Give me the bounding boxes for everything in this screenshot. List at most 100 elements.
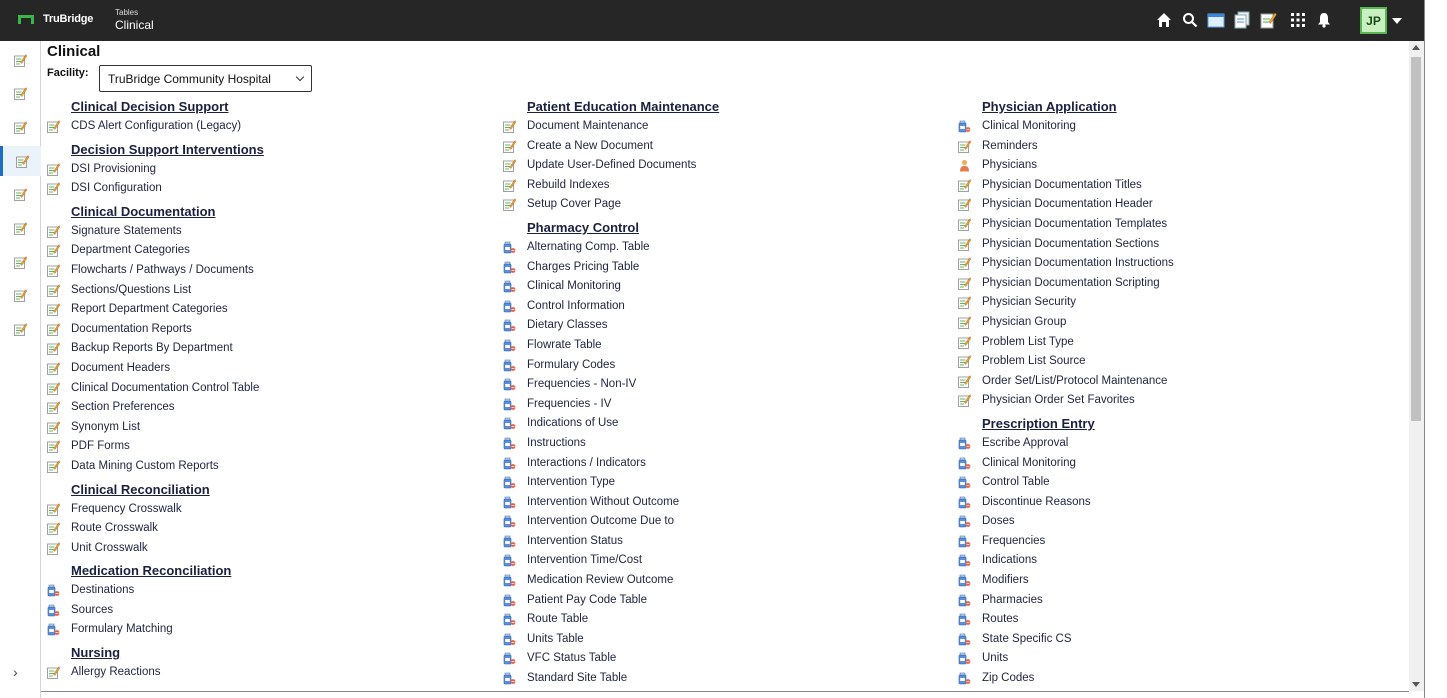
table-link-setup-cover-page[interactable]: Setup Cover Page xyxy=(503,195,943,215)
rail-item[interactable] xyxy=(0,315,41,345)
table-link-physician-security[interactable]: Physician Security xyxy=(958,293,1398,313)
trubridge-logo[interactable]: TruBridge xyxy=(18,13,93,25)
table-link-control-table[interactable]: Control Table xyxy=(958,473,1398,493)
table-link-medication-review-outcome[interactable]: Medication Review Outcome xyxy=(503,571,943,591)
table-link-frequencies-iv[interactable]: Frequencies - IV xyxy=(503,395,943,415)
table-link-discontinue-reasons[interactable]: Discontinue Reasons xyxy=(958,493,1398,513)
table-link-intervention-without-outcome[interactable]: Intervention Without Outcome xyxy=(503,493,943,513)
table-link-pdf-forms[interactable]: PDF Forms xyxy=(47,437,487,457)
table-link-physician-order-set-favorites[interactable]: Physician Order Set Favorites xyxy=(958,391,1398,411)
table-link-frequencies[interactable]: Frequencies xyxy=(958,532,1398,552)
table-link-clinical-documentation-control-table[interactable]: Clinical Documentation Control Table xyxy=(47,379,487,399)
table-link-frequencies-non-iv[interactable]: Frequencies - Non-IV xyxy=(503,375,943,395)
table-link-intervention-status[interactable]: Intervention Status xyxy=(503,532,943,552)
table-link-escribe-approval[interactable]: Escribe Approval xyxy=(958,434,1398,454)
table-link-problem-list-source[interactable]: Problem List Source xyxy=(958,352,1398,372)
table-link-doses[interactable]: Doses xyxy=(958,512,1398,532)
table-link-unit-crosswalk[interactable]: Unit Crosswalk xyxy=(47,539,487,559)
bell-icon[interactable] xyxy=(1314,10,1334,30)
vertical-scrollbar[interactable] xyxy=(1409,41,1424,691)
table-link-indications[interactable]: Indications xyxy=(958,551,1398,571)
table-link-control-information[interactable]: Control Information xyxy=(503,297,943,317)
table-link-standard-site-table[interactable]: Standard Site Table xyxy=(503,669,943,689)
table-link-problem-list-type[interactable]: Problem List Type xyxy=(958,333,1398,353)
table-link-department-categories[interactable]: Department Categories xyxy=(47,241,487,261)
table-link-instructions[interactable]: Instructions xyxy=(503,434,943,454)
table-link-clinical-monitoring[interactable]: Clinical Monitoring xyxy=(958,454,1398,474)
table-link-rebuild-indexes[interactable]: Rebuild Indexes xyxy=(503,176,943,196)
table-link-report-department-categories[interactable]: Report Department Categories xyxy=(47,300,487,320)
table-link-formulary-codes[interactable]: Formulary Codes xyxy=(503,356,943,376)
user-menu-caret-icon[interactable] xyxy=(1392,18,1402,24)
rail-item[interactable] xyxy=(0,180,41,210)
window-icon[interactable] xyxy=(1206,10,1226,30)
table-link-order-set-list-protocol-maintenance[interactable]: Order Set/List/Protocol Maintenance xyxy=(958,372,1398,392)
documents-icon[interactable] xyxy=(1232,10,1252,30)
table-link-route-crosswalk[interactable]: Route Crosswalk xyxy=(47,519,487,539)
expand-rail-chevron-icon[interactable]: › xyxy=(13,664,18,680)
table-link-intervention-outcome-due-to[interactable]: Intervention Outcome Due to xyxy=(503,512,943,532)
table-link-physician-documentation-header[interactable]: Physician Documentation Header xyxy=(958,195,1398,215)
table-link-synonym-list[interactable]: Synonym List xyxy=(47,418,487,438)
table-link-reminders[interactable]: Reminders xyxy=(958,137,1398,157)
table-link-flowcharts-pathways-documents[interactable]: Flowcharts / Pathways / Documents xyxy=(47,261,487,281)
facility-select[interactable]: TruBridge Community Hospital xyxy=(99,65,312,92)
table-link-indications-of-use[interactable]: Indications of Use xyxy=(503,414,943,434)
table-link-sections-questions-list[interactable]: Sections/Questions List xyxy=(47,281,487,301)
table-link-documentation-reports[interactable]: Documentation Reports xyxy=(47,320,487,340)
table-link-update-user-defined-documents[interactable]: Update User-Defined Documents xyxy=(503,156,943,176)
table-link-flowrate-table[interactable]: Flowrate Table xyxy=(503,336,943,356)
scroll-up-arrow-icon[interactable] xyxy=(1412,45,1420,50)
table-link-clinical-monitoring[interactable]: Clinical Monitoring xyxy=(958,117,1398,137)
table-link-sources[interactable]: Sources xyxy=(47,601,487,621)
table-link-physician-documentation-templates[interactable]: Physician Documentation Templates xyxy=(958,215,1398,235)
table-link-frequency-crosswalk[interactable]: Frequency Crosswalk xyxy=(47,500,487,520)
table-link-document-headers[interactable]: Document Headers xyxy=(47,359,487,379)
table-link-clinical-monitoring[interactable]: Clinical Monitoring xyxy=(503,277,943,297)
table-link-physician-documentation-sections[interactable]: Physician Documentation Sections xyxy=(958,235,1398,255)
table-link-modifiers[interactable]: Modifiers xyxy=(958,571,1398,591)
rail-item[interactable] xyxy=(0,214,41,244)
rail-item[interactable] xyxy=(0,247,41,277)
edit-note-icon[interactable] xyxy=(1258,10,1278,30)
breadcrumb-parent[interactable]: Tables xyxy=(115,9,154,17)
table-link-formulary-matching[interactable]: Formulary Matching xyxy=(47,620,487,640)
table-link-interactions-indicators[interactable]: Interactions / Indicators xyxy=(503,454,943,474)
table-link-routes[interactable]: Routes xyxy=(958,610,1398,630)
table-link-physician-documentation-titles[interactable]: Physician Documentation Titles xyxy=(958,176,1398,196)
scroll-thumb[interactable] xyxy=(1411,57,1421,421)
table-link-signature-statements[interactable]: Signature Statements xyxy=(47,222,487,242)
home-icon[interactable] xyxy=(1154,10,1174,30)
scroll-down-arrow-icon[interactable] xyxy=(1412,682,1420,687)
table-link-charges-pricing-table[interactable]: Charges Pricing Table xyxy=(503,258,943,278)
table-link-physician-group[interactable]: Physician Group xyxy=(958,313,1398,333)
table-link-route-table[interactable]: Route Table xyxy=(503,610,943,630)
table-link-allergy-reactions[interactable]: Allergy Reactions xyxy=(47,663,487,683)
table-link-physician-documentation-scripting[interactable]: Physician Documentation Scripting xyxy=(958,274,1398,294)
table-link-destinations[interactable]: Destinations xyxy=(47,581,487,601)
table-link-units-table[interactable]: Units Table xyxy=(503,630,943,650)
table-link-alternating-comp-table[interactable]: Alternating Comp. Table xyxy=(503,238,943,258)
table-link-dietary-classes[interactable]: Dietary Classes xyxy=(503,316,943,336)
table-link-state-specific-cs[interactable]: State Specific CS xyxy=(958,630,1398,650)
table-link-pharmacies[interactable]: Pharmacies xyxy=(958,591,1398,611)
table-link-backup-reports-by-department[interactable]: Backup Reports By Department xyxy=(47,339,487,359)
rail-item[interactable] xyxy=(0,281,41,311)
table-link-intervention-time-cost[interactable]: Intervention Time/Cost xyxy=(503,551,943,571)
search-icon[interactable] xyxy=(1180,10,1200,30)
rail-item[interactable] xyxy=(0,146,41,177)
apps-grid-icon[interactable] xyxy=(1288,10,1308,30)
table-link-units[interactable]: Units xyxy=(958,649,1398,669)
table-link-document-maintenance[interactable]: Document Maintenance xyxy=(503,117,943,137)
table-link-patient-pay-code-table[interactable]: Patient Pay Code Table xyxy=(503,591,943,611)
table-link-data-mining-custom-reports[interactable]: Data Mining Custom Reports xyxy=(47,457,487,477)
table-link-section-preferences[interactable]: Section Preferences xyxy=(47,398,487,418)
table-link-dsi-provisioning[interactable]: DSI Provisioning xyxy=(47,160,487,180)
table-link-cds-alert-configuration-legacy[interactable]: CDS Alert Configuration (Legacy) xyxy=(47,117,487,137)
rail-item[interactable] xyxy=(0,112,41,142)
table-link-create-a-new-document[interactable]: Create a New Document xyxy=(503,137,943,157)
table-link-vfc-status-table[interactable]: VFC Status Table xyxy=(503,649,943,669)
table-link-zip-codes[interactable]: Zip Codes xyxy=(958,669,1398,689)
table-link-physician-documentation-instructions[interactable]: Physician Documentation Instructions xyxy=(958,254,1398,274)
table-link-intervention-type[interactable]: Intervention Type xyxy=(503,473,943,493)
